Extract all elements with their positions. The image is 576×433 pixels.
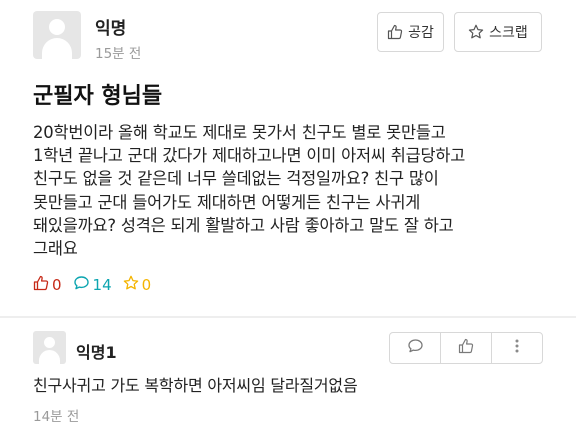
comment-actions xyxy=(389,332,543,364)
comment-avatar xyxy=(33,331,66,364)
thumbs-up-icon xyxy=(458,338,474,358)
like-count: 0 xyxy=(33,275,62,295)
speech-bubble-icon xyxy=(407,338,424,358)
like-button[interactable]: 공감 xyxy=(377,12,444,52)
more-vertical-icon xyxy=(514,338,520,358)
speech-bubble-icon xyxy=(73,275,90,295)
star-icon xyxy=(468,24,484,40)
star-icon xyxy=(123,275,139,295)
comment-count-value: 14 xyxy=(92,276,112,294)
post-title: 군필자 형님들 xyxy=(33,84,163,109)
post-header: 익명 15분 전 공감 스크랩 xyxy=(33,11,553,67)
comment-more-button[interactable] xyxy=(492,333,542,363)
scrap-count-value: 0 xyxy=(141,276,152,294)
comment-like-button[interactable] xyxy=(441,333,492,363)
scrap-button-label: 스크랩 xyxy=(489,25,528,41)
post-stats: 0 14 0 xyxy=(33,274,162,296)
like-button-label: 공감 xyxy=(408,25,434,41)
thumbs-up-icon xyxy=(33,275,49,295)
post-time: 15분 전 xyxy=(95,46,142,62)
post-author: 익명 xyxy=(95,19,127,39)
scrap-button[interactable]: 스크랩 xyxy=(454,12,542,52)
author-avatar xyxy=(33,11,81,59)
thumbs-up-icon xyxy=(387,24,403,40)
like-count-value: 0 xyxy=(52,276,62,294)
comment-time: 14분 전 xyxy=(33,409,80,425)
comment-author: 익명1 xyxy=(76,343,117,362)
post-body: 20학번이라 올해 학교도 제대로 못가서 친구도 별로 못만들고 1학년 끝나… xyxy=(33,123,466,259)
reply-button[interactable] xyxy=(390,333,441,363)
comment-count: 14 xyxy=(73,275,112,295)
comment-text: 친구사귀고 가도 복학하면 아저씨임 달라질거없음 xyxy=(33,376,358,395)
scrap-count: 0 xyxy=(123,275,152,295)
section-divider xyxy=(0,316,576,318)
